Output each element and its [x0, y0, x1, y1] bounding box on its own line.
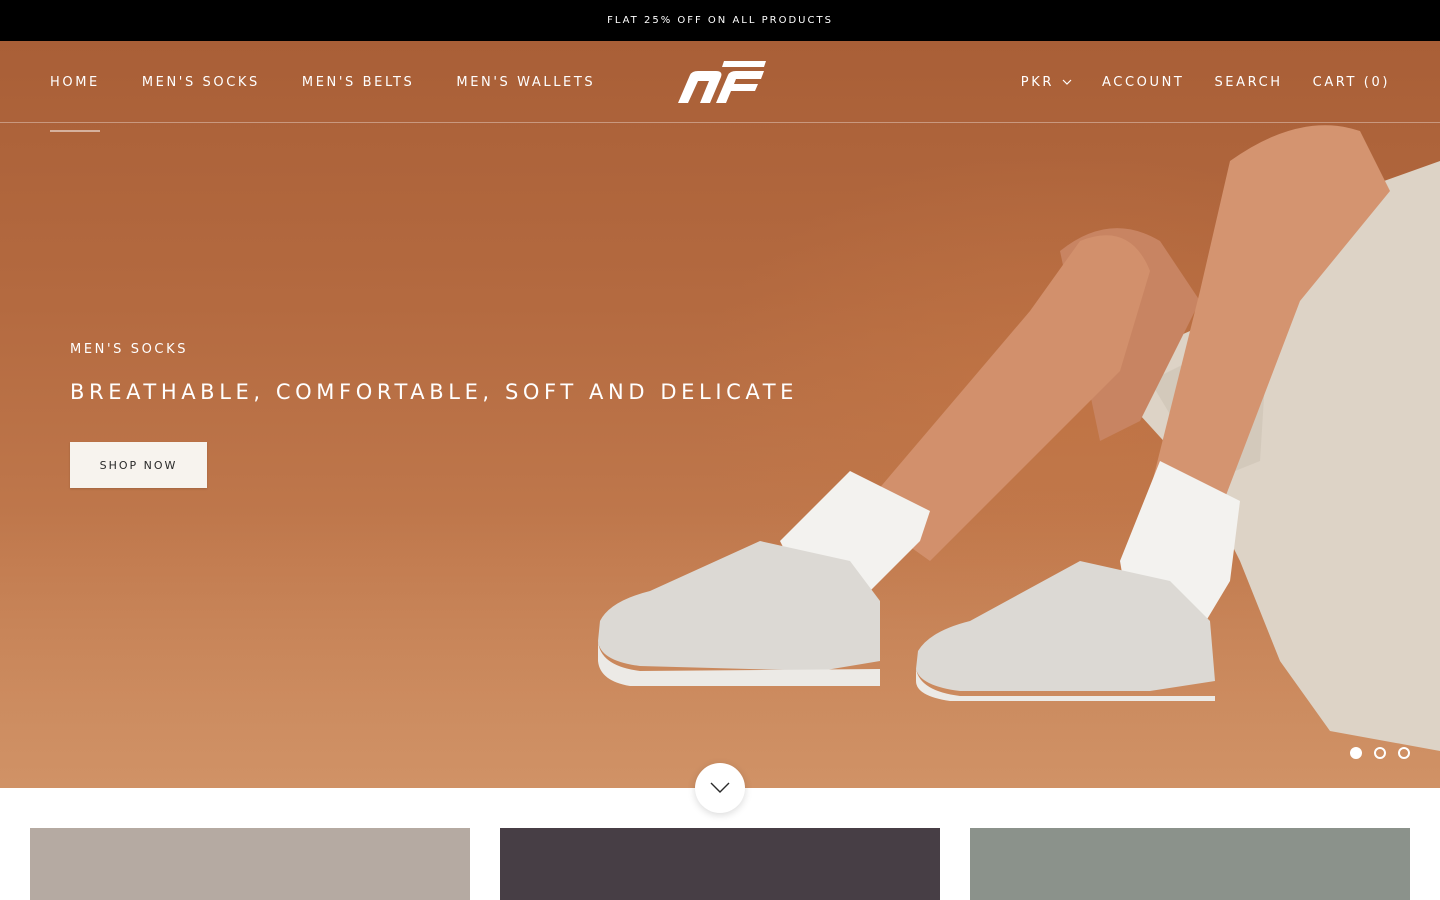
- hero-image: [598, 125, 1440, 751]
- cart-link[interactable]: CART (0): [1313, 75, 1390, 90]
- main-nav: HOME MEN'S SOCKS MEN'S BELTS MEN'S WALLE…: [50, 41, 637, 132]
- currency-selector[interactable]: PKR: [1021, 75, 1072, 90]
- hero-banner: [0, 41, 1440, 788]
- nav-home[interactable]: HOME: [50, 75, 100, 132]
- shop-now-button[interactable]: SHOP NOW: [70, 442, 207, 488]
- nav-mens-wallets[interactable]: MEN'S WALLETS: [456, 75, 595, 90]
- hero-content: MEN'S SOCKS BREATHABLE, COMFORTABLE, SOF…: [70, 342, 798, 404]
- slide-dot-1[interactable]: [1350, 747, 1362, 759]
- slide-dot-3[interactable]: [1398, 747, 1410, 759]
- currency-label: PKR: [1020, 74, 1054, 90]
- chevron-down-icon: [1062, 79, 1072, 85]
- nav-mens-belts[interactable]: MEN'S BELTS: [302, 75, 415, 90]
- scroll-down-button[interactable]: [695, 763, 745, 813]
- search-link[interactable]: SEARCH: [1214, 75, 1282, 90]
- nav-mens-socks[interactable]: MEN'S SOCKS: [142, 75, 260, 90]
- account-link[interactable]: ACCOUNT: [1102, 75, 1184, 90]
- announcement-text: FLAT 25% OFF ON ALL PRODUCTS: [607, 15, 833, 26]
- collection-card-1[interactable]: [30, 828, 470, 900]
- brand-logo[interactable]: [676, 57, 766, 107]
- collection-grid: [0, 828, 1440, 900]
- collection-card-3[interactable]: [970, 828, 1410, 900]
- collection-card-2[interactable]: [500, 828, 940, 900]
- chevron-down-icon: [710, 782, 730, 793]
- hero-subheading: MEN'S SOCKS: [70, 342, 189, 357]
- slide-dot-2[interactable]: [1374, 747, 1386, 759]
- slider-dots: [1350, 747, 1410, 759]
- utility-nav: PKR ACCOUNT SEARCH CART (0): [991, 41, 1390, 123]
- hero-heading: BREATHABLE, COMFORTABLE, SOFT AND DELICA…: [70, 380, 799, 404]
- announcement-bar: FLAT 25% OFF ON ALL PRODUCTS: [0, 0, 1440, 41]
- site-header: HOME MEN'S SOCKS MEN'S BELTS MEN'S WALLE…: [0, 41, 1440, 132]
